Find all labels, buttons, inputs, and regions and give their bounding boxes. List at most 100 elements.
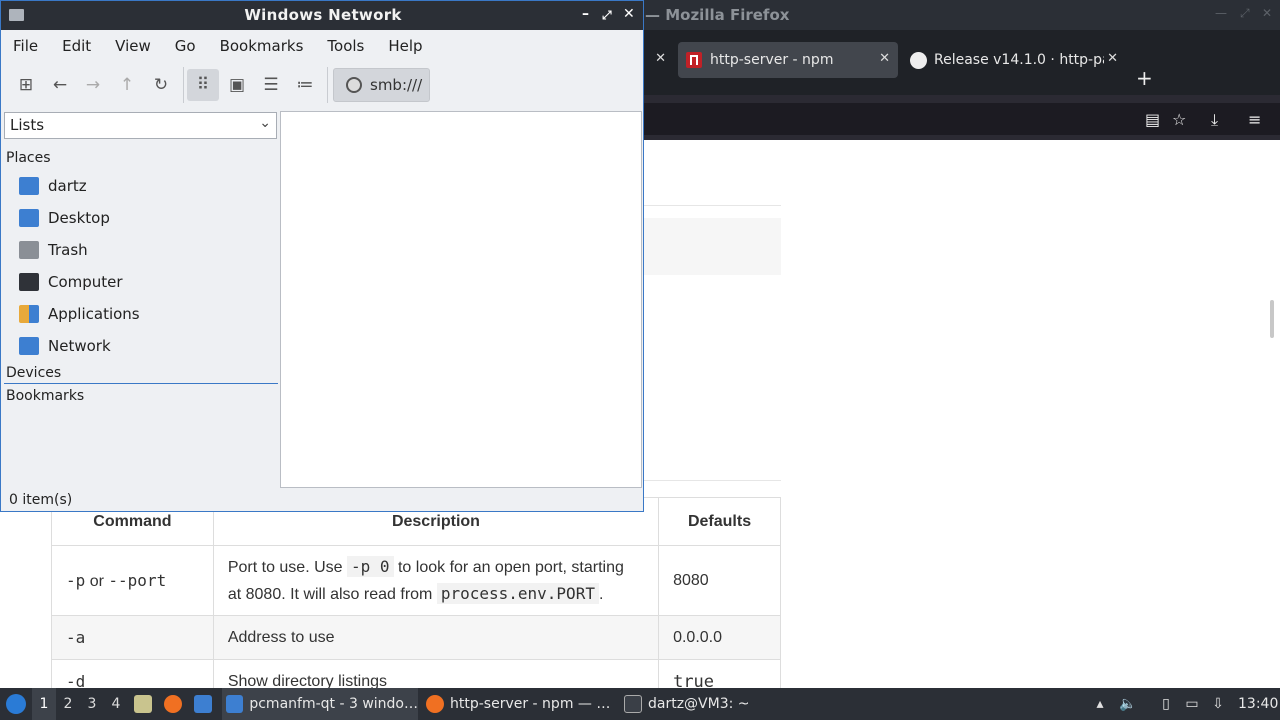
sidebar-item-label: Network <box>48 337 111 355</box>
launcher-file-manager[interactable] <box>134 688 158 720</box>
tab-hidden[interactable]: ✕ <box>644 42 674 78</box>
github-icon <box>910 51 927 69</box>
detailed-list-view-icon[interactable]: ≔ <box>289 69 321 101</box>
menu-file[interactable]: File <box>1 37 50 55</box>
side-pane-mode-label: Lists <box>10 116 45 134</box>
thumbnail-view-icon[interactable]: ▣ <box>221 69 253 101</box>
chevron-down-icon: ⌄ <box>259 115 271 131</box>
close-icon[interactable]: ✕ <box>623 6 635 22</box>
default-cell: 8080 <box>658 545 781 616</box>
table-row: -a Address to use 0.0.0.0 <box>51 615 781 660</box>
maximize-icon[interactable]: ⤢ <box>1240 6 1250 21</box>
menu-edit[interactable]: Edit <box>50 37 103 55</box>
minimize-icon[interactable]: – <box>582 6 589 22</box>
task-pcmanfm[interactable]: pcmanfm-qt - 3 windo… <box>222 688 418 720</box>
devices-header[interactable]: Devices <box>6 365 61 381</box>
back-icon[interactable]: ← <box>44 69 76 101</box>
minimize-icon[interactable]: — <box>1215 6 1227 20</box>
show-desktop-icon <box>194 695 212 713</box>
sidebar-item-network[interactable]: Network <box>19 333 111 359</box>
compact-view-icon[interactable]: ☰ <box>255 69 287 101</box>
tab-close-icon[interactable]: ✕ <box>879 51 890 66</box>
start-menu-button[interactable] <box>4 688 28 720</box>
forward-icon[interactable]: → <box>77 69 109 101</box>
clock[interactable]: 13:40 <box>1238 688 1278 720</box>
downloads-icon[interactable]: ⤓ <box>1211 110 1218 130</box>
command-cell: -a <box>51 615 214 660</box>
status-bar-text: 0 item(s) <box>9 492 73 508</box>
sidebar-item-dartz[interactable]: dartz <box>19 173 87 199</box>
path-label: smb:/// <box>370 76 423 94</box>
sidebar-item-label: Desktop <box>48 209 110 227</box>
task-label: dartz@VM3: ~ <box>648 696 750 712</box>
sidebar-divider <box>4 383 278 384</box>
side-pane-mode-select[interactable]: Lists ⌄ <box>4 112 277 139</box>
menu-tools[interactable]: Tools <box>315 37 376 55</box>
clipboard-icon[interactable]: ▯ <box>1156 694 1176 714</box>
bookmark-star-icon[interactable]: ☆ <box>1172 110 1186 129</box>
taskbar: 1 2 3 4 pcmanfm-qt - 3 windo… http-serve… <box>0 688 1280 720</box>
file-manager-icon <box>134 695 152 713</box>
terminal-icon <box>624 695 642 713</box>
workspace-4[interactable]: 4 <box>104 688 128 720</box>
close-icon[interactable]: ✕ <box>1262 6 1272 20</box>
default-cell: 0.0.0.0 <box>658 615 781 660</box>
applications-icon <box>19 305 39 323</box>
folder-view[interactable] <box>280 111 642 488</box>
sidebar-item-applications[interactable]: Applications <box>19 301 140 327</box>
folder-icon <box>226 695 244 713</box>
volume-icon[interactable]: 🔈 <box>1118 694 1138 714</box>
fm-titlebar[interactable]: Windows Network – ⤢ ✕ <box>1 1 643 30</box>
menu-icon[interactable]: ≡ <box>1248 110 1261 129</box>
sidebar-item-desktop[interactable]: Desktop <box>19 205 110 231</box>
up-icon[interactable]: ↑ <box>111 69 143 101</box>
column-header-defaults: Defaults <box>658 497 781 546</box>
firefox-icon <box>164 695 182 713</box>
network-share-icon <box>346 77 362 93</box>
tab-close-icon[interactable]: ✕ <box>1107 51 1118 66</box>
firefox-window-title: — Mozilla Firefox <box>645 6 790 24</box>
trash-icon <box>19 241 39 259</box>
icon-view-icon[interactable]: ⠿ <box>187 69 219 101</box>
description-cell: Port to use. Use -p 0 to look for an ope… <box>212 545 660 616</box>
update-notifier-icon[interactable]: ⇩ <box>1208 694 1228 714</box>
task-label: http-server - npm — … <box>450 696 611 712</box>
workspace-3[interactable]: 3 <box>80 688 104 720</box>
launcher-desktop[interactable] <box>194 688 218 720</box>
tray-expand-icon[interactable]: ▴ <box>1090 694 1110 714</box>
workspace-2[interactable]: 2 <box>56 688 80 720</box>
bookmarks-header[interactable]: Bookmarks <box>6 388 84 404</box>
desktop-icon <box>19 209 39 227</box>
sidebar-item-trash[interactable]: Trash <box>19 237 88 263</box>
tab-label: Release v14.1.0 · http-pa <box>934 52 1104 68</box>
new-tab-icon[interactable]: ⊞ <box>10 69 42 101</box>
sidebar-item-label: Computer <box>48 273 123 291</box>
fm-menubar: File Edit View Go Bookmarks Tools Help <box>1 30 643 62</box>
network-icon <box>19 337 39 355</box>
display-icon[interactable]: ▭ <box>1182 694 1202 714</box>
task-terminal[interactable]: dartz@VM3: ~ <box>624 688 764 720</box>
menu-view[interactable]: View <box>103 37 163 55</box>
reload-icon[interactable]: ↻ <box>145 69 177 101</box>
maximize-icon[interactable]: ⤢ <box>602 8 612 23</box>
reader-view-icon[interactable]: ▤ <box>1145 110 1160 129</box>
menu-help[interactable]: Help <box>376 37 434 55</box>
app-menu-icon <box>6 694 26 714</box>
task-label: pcmanfm-qt - 3 windo… <box>249 696 418 712</box>
tab-http-server-npm[interactable]: http-server - npm ✕ <box>678 42 898 78</box>
path-button[interactable]: smb:/// <box>333 68 430 102</box>
command-cell: -p or --port <box>51 545 214 616</box>
workspace-1[interactable]: 1 <box>32 688 56 720</box>
task-firefox[interactable]: http-server - npm — … <box>424 688 614 720</box>
page-scrollbar[interactable] <box>1270 300 1274 338</box>
fm-toolbar: ⊞ ← → ↑ ↻ ⠿ ▣ ☰ ≔ smb:/// <box>1 63 643 107</box>
menu-go[interactable]: Go <box>163 37 208 55</box>
tab-release[interactable]: Release v14.1.0 · http-pa ✕ <box>904 42 1126 78</box>
sidebar-item-computer[interactable]: Computer <box>19 269 123 295</box>
firefox-icon <box>426 695 444 713</box>
menu-bookmarks[interactable]: Bookmarks <box>208 37 316 55</box>
sidebar-item-label: dartz <box>48 177 87 195</box>
launcher-firefox[interactable] <box>164 688 188 720</box>
new-tab-button[interactable]: + <box>1136 66 1153 90</box>
tab-close-icon[interactable]: ✕ <box>655 51 666 66</box>
